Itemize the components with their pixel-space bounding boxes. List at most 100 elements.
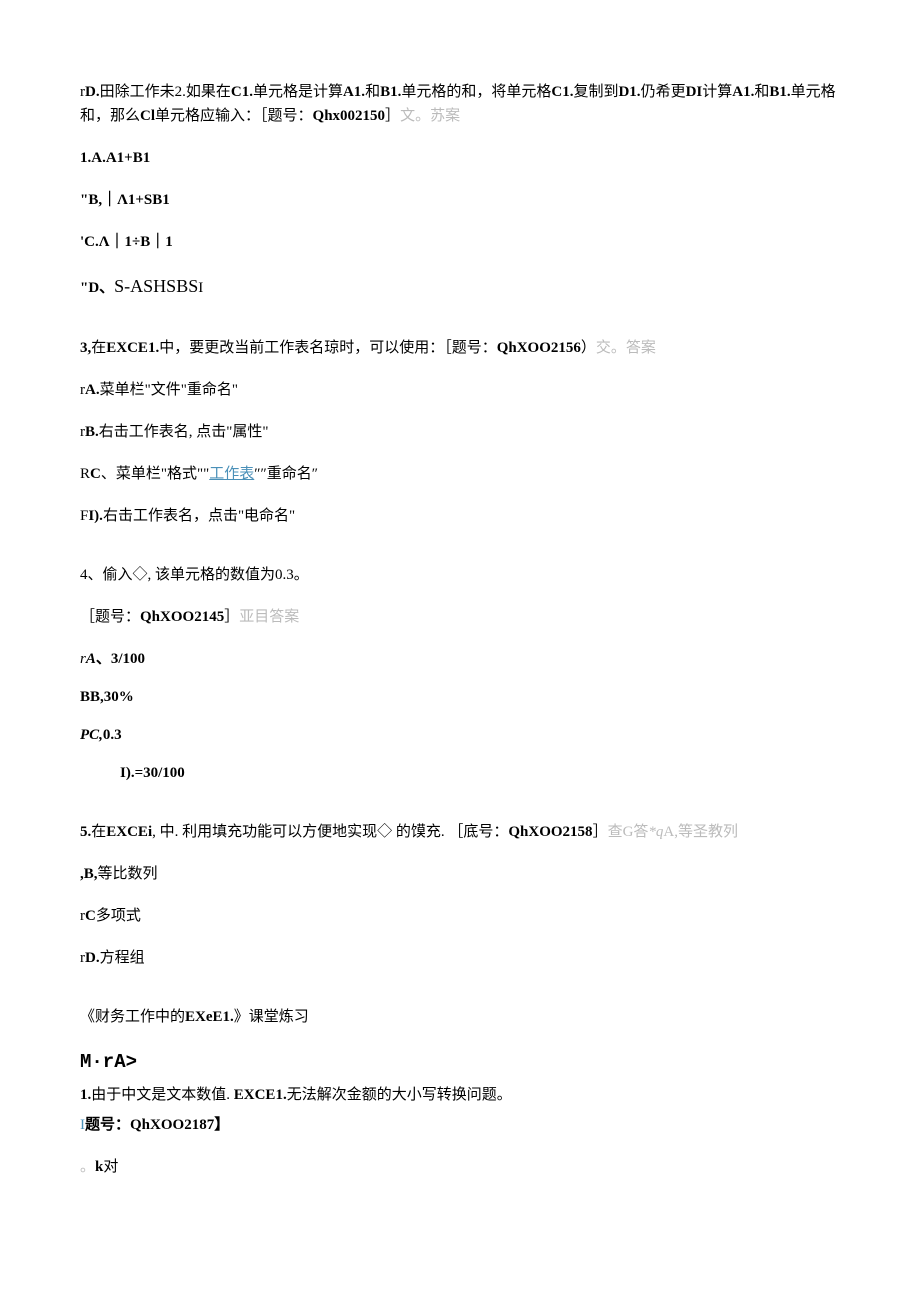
q1b-qnum: I题号：QhXOO2187】 (80, 1113, 850, 1137)
text: 右击工作表名, 点击"属性" (99, 424, 269, 440)
text: A. (85, 382, 100, 398)
text: 3, (80, 340, 91, 356)
q2-stem: rD.田除工作未2.如果在C1.单元格是计算A1.和B1.单元格的和，将单元格C… (80, 80, 850, 128)
text: I). (88, 508, 103, 524)
text: I (198, 280, 203, 296)
text: EXCEi (106, 824, 152, 840)
text: D1. (618, 84, 640, 100)
text: EXCE1. (106, 340, 159, 356)
text: 在 (91, 340, 106, 356)
text: 】 (214, 1117, 229, 1133)
text: , 中. 利用填充功能可以方便地实现◇ 的馍充. ［底号： (152, 824, 508, 840)
text: B, (84, 866, 98, 882)
text: ］ (224, 609, 239, 625)
text: A1. (732, 84, 754, 100)
text: QhXOO2158 (508, 824, 592, 840)
text: C (85, 908, 96, 924)
q1b-option: 。k对 (80, 1155, 850, 1179)
q5-stem: 5.在EXCEi, 中. 利用填充功能可以方便地实现◇ 的馍充. ［底号：QhX… (80, 820, 850, 844)
q4-qnum: ［题号：QhXOO2145］亚目答案 (80, 605, 850, 629)
text: B1. (769, 84, 790, 100)
section-header: M·rA> (80, 1047, 850, 1077)
q3-option-b: rB.右击工作表名, 点击"属性" (80, 420, 850, 444)
answer-hint: 亚目答案 (239, 609, 299, 625)
text: 右击工作表名，点击"电命名" (103, 508, 295, 524)
q1b-stem: 1.由于中文是文本数值. EXCE1.无法解次金额的大小写转换问题。 (80, 1083, 850, 1107)
q2-option-c: 'C.Λ｜1÷B｜1 (80, 230, 850, 254)
text: Qhx002150 (313, 108, 386, 124)
text: 和 (754, 84, 769, 100)
text: ).=30/100 (126, 765, 185, 781)
text: QhXOO2145 (140, 609, 224, 625)
text: 《财务工作中的 (80, 1009, 185, 1025)
text: 》课堂炼习 (234, 1009, 309, 1025)
text: QhXOO2187 (130, 1117, 214, 1133)
text: 由于中文是文本数值. (91, 1087, 234, 1103)
section-title: 《财务工作中的EXeE1.》课堂炼习 (80, 1005, 850, 1029)
text: 、3/100 (96, 651, 145, 667)
text: DI (686, 84, 703, 100)
text: 题号： (85, 1117, 130, 1133)
q4-option-c: PC,0.3 (80, 723, 850, 747)
text: C1. (551, 84, 573, 100)
text: EXeE1. (185, 1009, 234, 1025)
text: QhXOO2156 (497, 340, 581, 356)
link-text[interactable]: 工作表 (209, 466, 254, 482)
text: C1. (231, 84, 253, 100)
text: ″″重命名″ (254, 466, 318, 482)
answer-hint: 交。答案 (596, 340, 656, 356)
text: EXCE1. (234, 1087, 287, 1103)
text: 等比数列 (98, 866, 158, 882)
text: A,等圣教列 (663, 824, 738, 840)
text: D. (85, 950, 100, 966)
text: 、菜单栏"格式"" (101, 466, 209, 482)
q2-option-b: "B,｜Λ1+SB1 (80, 188, 850, 212)
q4-option-d: I).=30/100 (120, 761, 850, 785)
text: ［题号： (80, 609, 140, 625)
text: 单元格是计算 (253, 84, 343, 100)
text: C (90, 466, 101, 482)
text: 单元格应输入：［题号： (155, 108, 313, 124)
text: Cl (140, 108, 155, 124)
text: "D、 (80, 280, 114, 296)
text: 计算 (702, 84, 732, 100)
text: 单元格的和，将单元格 (401, 84, 551, 100)
text: 无法解次金额的大小写转换问题。 (287, 1087, 512, 1103)
text: ） (581, 340, 596, 356)
text: 多项式 (96, 908, 141, 924)
q5-option-b: ,B,等比数列 (80, 862, 850, 886)
q3-stem: 3,在EXCE1.中，要更改当前工作表名琼时，可以使用：［题号：QhXOO215… (80, 336, 850, 360)
text: D. (85, 84, 100, 100)
text: 5. (80, 824, 91, 840)
text: 田除工作未2.如果在 (100, 84, 231, 100)
text: 和 (365, 84, 380, 100)
q5-option-c: rC多项式 (80, 904, 850, 928)
text: 。 (80, 1159, 95, 1175)
text: 仍希更 (641, 84, 686, 100)
answer-hint: 文。苏案 (400, 108, 460, 124)
q4-option-a: rA、3/100 (80, 647, 850, 671)
text: B1. (380, 84, 401, 100)
q4-stem: 4、偷入◇, 该单元格的数值为0.3。 (80, 563, 850, 587)
q3-option-c: RC、菜单栏"格式""工作表″″重命名″ (80, 462, 850, 486)
text: 菜单栏"文件"重命名" (100, 382, 238, 398)
q5-option-d: rD.方程组 (80, 946, 850, 970)
text: 对 (103, 1159, 118, 1175)
text: *q (648, 824, 663, 840)
text: 1. (80, 1087, 91, 1103)
text: R (80, 466, 90, 482)
text: PC, (80, 727, 103, 743)
q3-option-a: rA.菜单栏"文件"重命名" (80, 378, 850, 402)
text: A (86, 651, 96, 667)
q2-option-d: "D、S-ASHSBSI (80, 272, 850, 301)
q4-option-b: BB,30% (80, 685, 850, 709)
text: 复制到 (573, 84, 618, 100)
answer-hint: 查G答 (608, 824, 649, 840)
q2-option-a: 1.A.A1+B1 (80, 146, 850, 170)
text: S-ASHSBS (114, 276, 198, 296)
text: A1. (343, 84, 365, 100)
text: 在 (91, 824, 106, 840)
text: 中，要更改当前工作表名琼时，可以使用：［题号： (159, 340, 497, 356)
text: 0.3 (103, 727, 122, 743)
text: B. (85, 424, 99, 440)
